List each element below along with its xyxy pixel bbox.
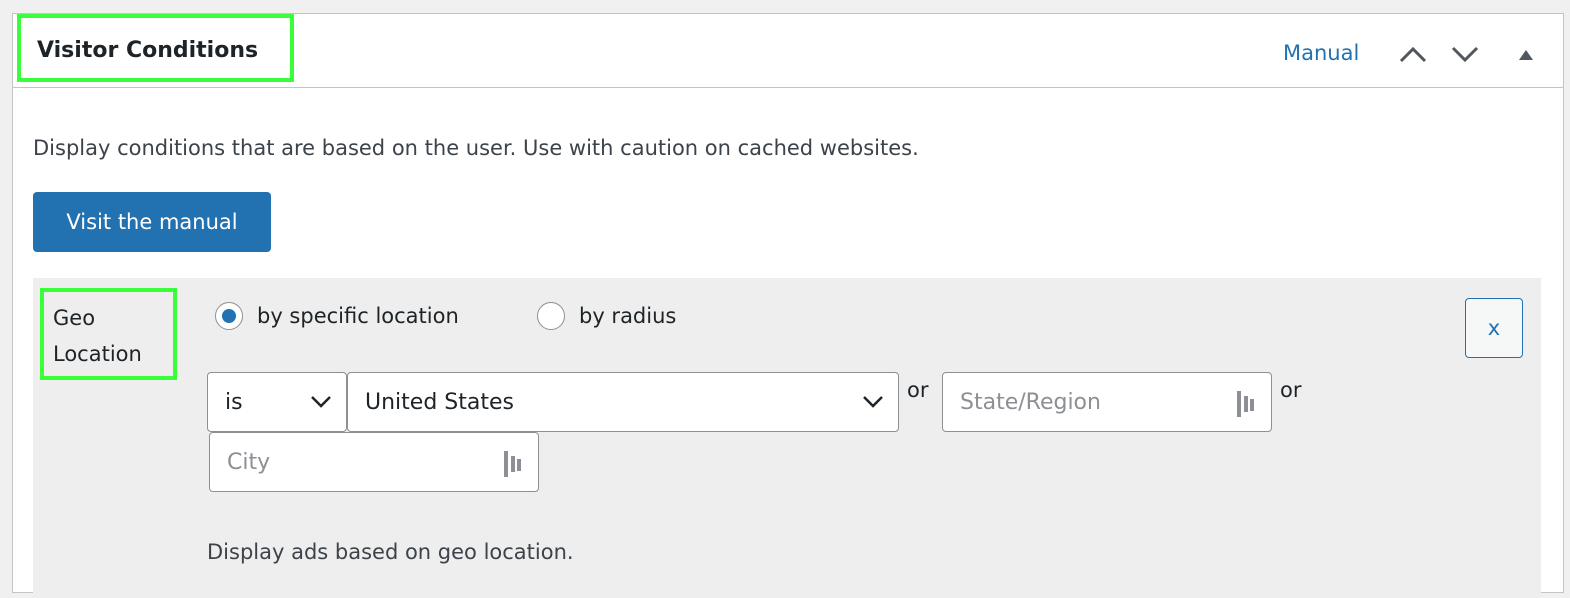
state-region-input[interactable]: State/Region [942,372,1272,432]
visitor-conditions-box: Visitor Conditions Manual Display condit… [12,13,1564,598]
radio-unchecked[interactable] [537,302,565,330]
lastpass-icon[interactable] [502,450,524,478]
city-input[interactable]: City [209,432,539,492]
box-header: Visitor Conditions Manual [13,14,1563,88]
visit-manual-button[interactable]: Visit the manual [33,192,271,252]
chevron-down-icon [311,396,331,408]
or-label: or [1280,378,1302,402]
or-label: or [907,378,929,402]
chevron-down-icon[interactable] [1450,44,1480,64]
highlight-box [17,14,294,82]
remove-condition-button[interactable]: x [1465,298,1523,358]
operator-select[interactable]: is [207,372,347,432]
radio-by-radius[interactable]: by radius [537,302,676,330]
chevron-down-icon [863,396,883,408]
radio-checked[interactable] [215,302,243,330]
manual-link[interactable]: Manual [1283,41,1359,65]
radio-specific-location[interactable]: by specific location [215,302,459,330]
box-description: Display conditions that are based on the… [33,136,919,160]
condition-hint: Display ads based on geo location. [207,540,574,564]
geo-location-condition: Geo Location by specific location by rad… [33,278,1541,598]
chevron-up-icon[interactable] [1398,44,1428,64]
highlight-box [40,288,177,380]
triangle-up-icon[interactable] [1516,44,1536,64]
lastpass-icon[interactable] [1235,390,1257,418]
country-select[interactable]: United States [347,372,899,432]
